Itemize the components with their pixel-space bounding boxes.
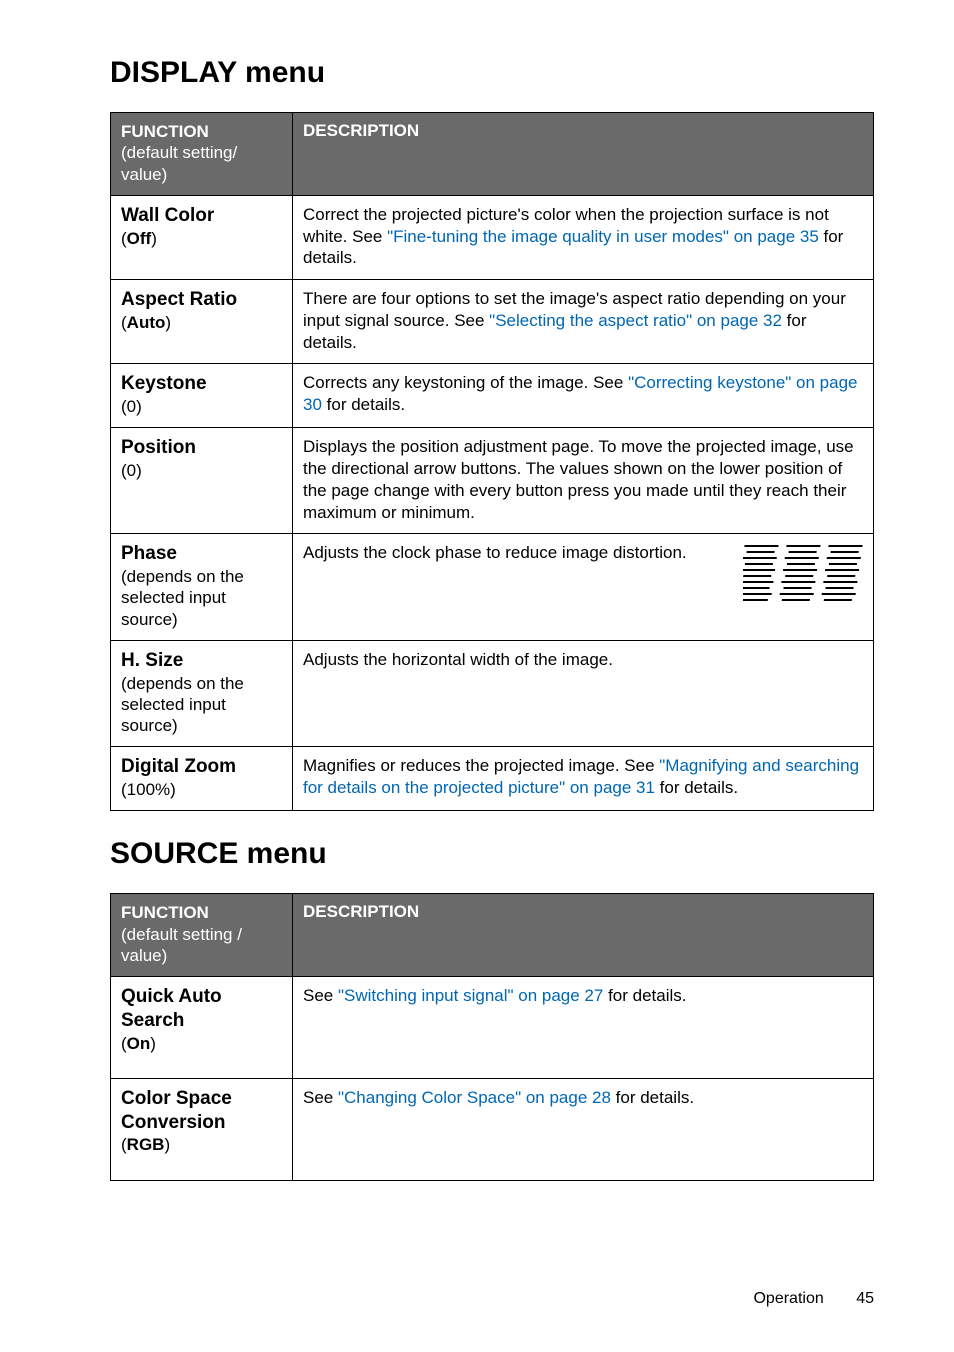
phase-desc-text: Adjusts the clock phase to reduce image … xyxy=(303,543,687,562)
hsize-name: H. Size xyxy=(121,650,183,671)
row-color-space-desc: See "Changing Color Space" on page 28 fo… xyxy=(293,1078,874,1180)
keystone-name: Keystone xyxy=(121,373,207,394)
digital-zoom-desc-post: for details. xyxy=(655,778,738,797)
source-desc-header: DESCRIPTION xyxy=(293,894,874,977)
func-sub-2: (default setting / value) xyxy=(121,925,242,965)
func-sub: (default setting/ value) xyxy=(121,143,237,183)
keystone-desc-pre: Corrects any keystoning of the image. Se… xyxy=(303,373,628,392)
aspect-ratio-default: Auto xyxy=(127,313,166,332)
row-keystone-func: Keystone (0) xyxy=(111,364,293,428)
row-aspect-ratio-func: Aspect Ratio (Auto) xyxy=(111,280,293,364)
row-digital-zoom-desc: Magnifies or reduces the projected image… xyxy=(293,747,874,811)
phase-distortion-icon xyxy=(743,542,863,610)
source-menu-heading: SOURCE menu xyxy=(110,837,874,871)
row-phase-desc: Adjusts the clock phase to reduce image … xyxy=(293,534,874,641)
wall-color-link[interactable]: "Fine-tuning the image quality in user m… xyxy=(387,227,819,246)
digital-zoom-default: (100%) xyxy=(121,780,176,799)
display-menu-table: FUNCTION (default setting/ value) DESCRI… xyxy=(110,112,874,811)
footer-page-number: 45 xyxy=(856,1290,874,1308)
quick-auto-desc-post: for details. xyxy=(603,986,686,1005)
aspect-ratio-name: Aspect Ratio xyxy=(121,289,237,310)
phase-default: (depends on the selected input source) xyxy=(121,567,244,629)
quick-auto-default: On xyxy=(127,1034,151,1053)
row-keystone-desc: Corrects any keystoning of the image. Se… xyxy=(293,364,874,428)
row-wall-color-desc: Correct the projected picture's color wh… xyxy=(293,195,874,279)
footer-section-label: Operation xyxy=(753,1290,823,1307)
color-space-desc-pre: See xyxy=(303,1088,338,1107)
display-menu-heading: DISPLAY menu xyxy=(110,56,874,90)
row-phase-func: Phase (depends on the selected input sou… xyxy=(111,534,293,641)
phase-name: Phase xyxy=(121,543,177,564)
wall-color-default: Off xyxy=(127,229,152,248)
digital-zoom-name: Digital Zoom xyxy=(121,756,236,777)
source-menu-table: FUNCTION (default setting / value) DESCR… xyxy=(110,893,874,1180)
keystone-default: (0) xyxy=(121,397,142,416)
quick-auto-desc-pre: See xyxy=(303,986,338,1005)
row-aspect-ratio-desc: There are four options to set the image'… xyxy=(293,280,874,364)
position-default: (0) xyxy=(121,461,142,480)
wall-color-name: Wall Color xyxy=(121,205,214,226)
quick-auto-link[interactable]: "Switching input signal" on page 27 xyxy=(338,986,603,1005)
quick-auto-name: Quick Auto Search xyxy=(121,986,222,1031)
color-space-link[interactable]: "Changing Color Space" on page 28 xyxy=(338,1088,611,1107)
color-space-desc-post: for details. xyxy=(611,1088,694,1107)
row-hsize-func: H. Size (depends on the selected input s… xyxy=(111,640,293,747)
row-position-desc: Displays the position adjustment page. T… xyxy=(293,428,874,534)
aspect-ratio-link[interactable]: "Selecting the aspect ratio" on page 32 xyxy=(489,311,782,330)
position-name: Position xyxy=(121,437,196,458)
row-quick-auto-desc: See "Switching input signal" on page 27 … xyxy=(293,977,874,1079)
row-wall-color-func: Wall Color (Off) xyxy=(111,195,293,279)
func-label-2: FUNCTION xyxy=(121,903,209,922)
row-color-space-func: Color Space Conversion (RGB) xyxy=(111,1078,293,1180)
display-func-header: FUNCTION (default setting/ value) xyxy=(111,113,293,196)
row-digital-zoom-func: Digital Zoom (100%) xyxy=(111,747,293,811)
hsize-default: (depends on the selected input source) xyxy=(121,674,244,736)
row-hsize-desc: Adjusts the horizontal width of the imag… xyxy=(293,640,874,747)
source-func-header: FUNCTION (default setting / value) xyxy=(111,894,293,977)
page-footer: Operation 45 xyxy=(753,1290,874,1308)
row-position-func: Position (0) xyxy=(111,428,293,534)
row-quick-auto-func: Quick Auto Search (On) xyxy=(111,977,293,1079)
digital-zoom-desc-pre: Magnifies or reduces the projected image… xyxy=(303,756,659,775)
color-space-name: Color Space Conversion xyxy=(121,1088,232,1133)
display-desc-header: DESCRIPTION xyxy=(293,113,874,196)
keystone-desc-post: for details. xyxy=(322,395,405,414)
color-space-default: RGB xyxy=(127,1135,165,1154)
func-label: FUNCTION xyxy=(121,122,209,141)
